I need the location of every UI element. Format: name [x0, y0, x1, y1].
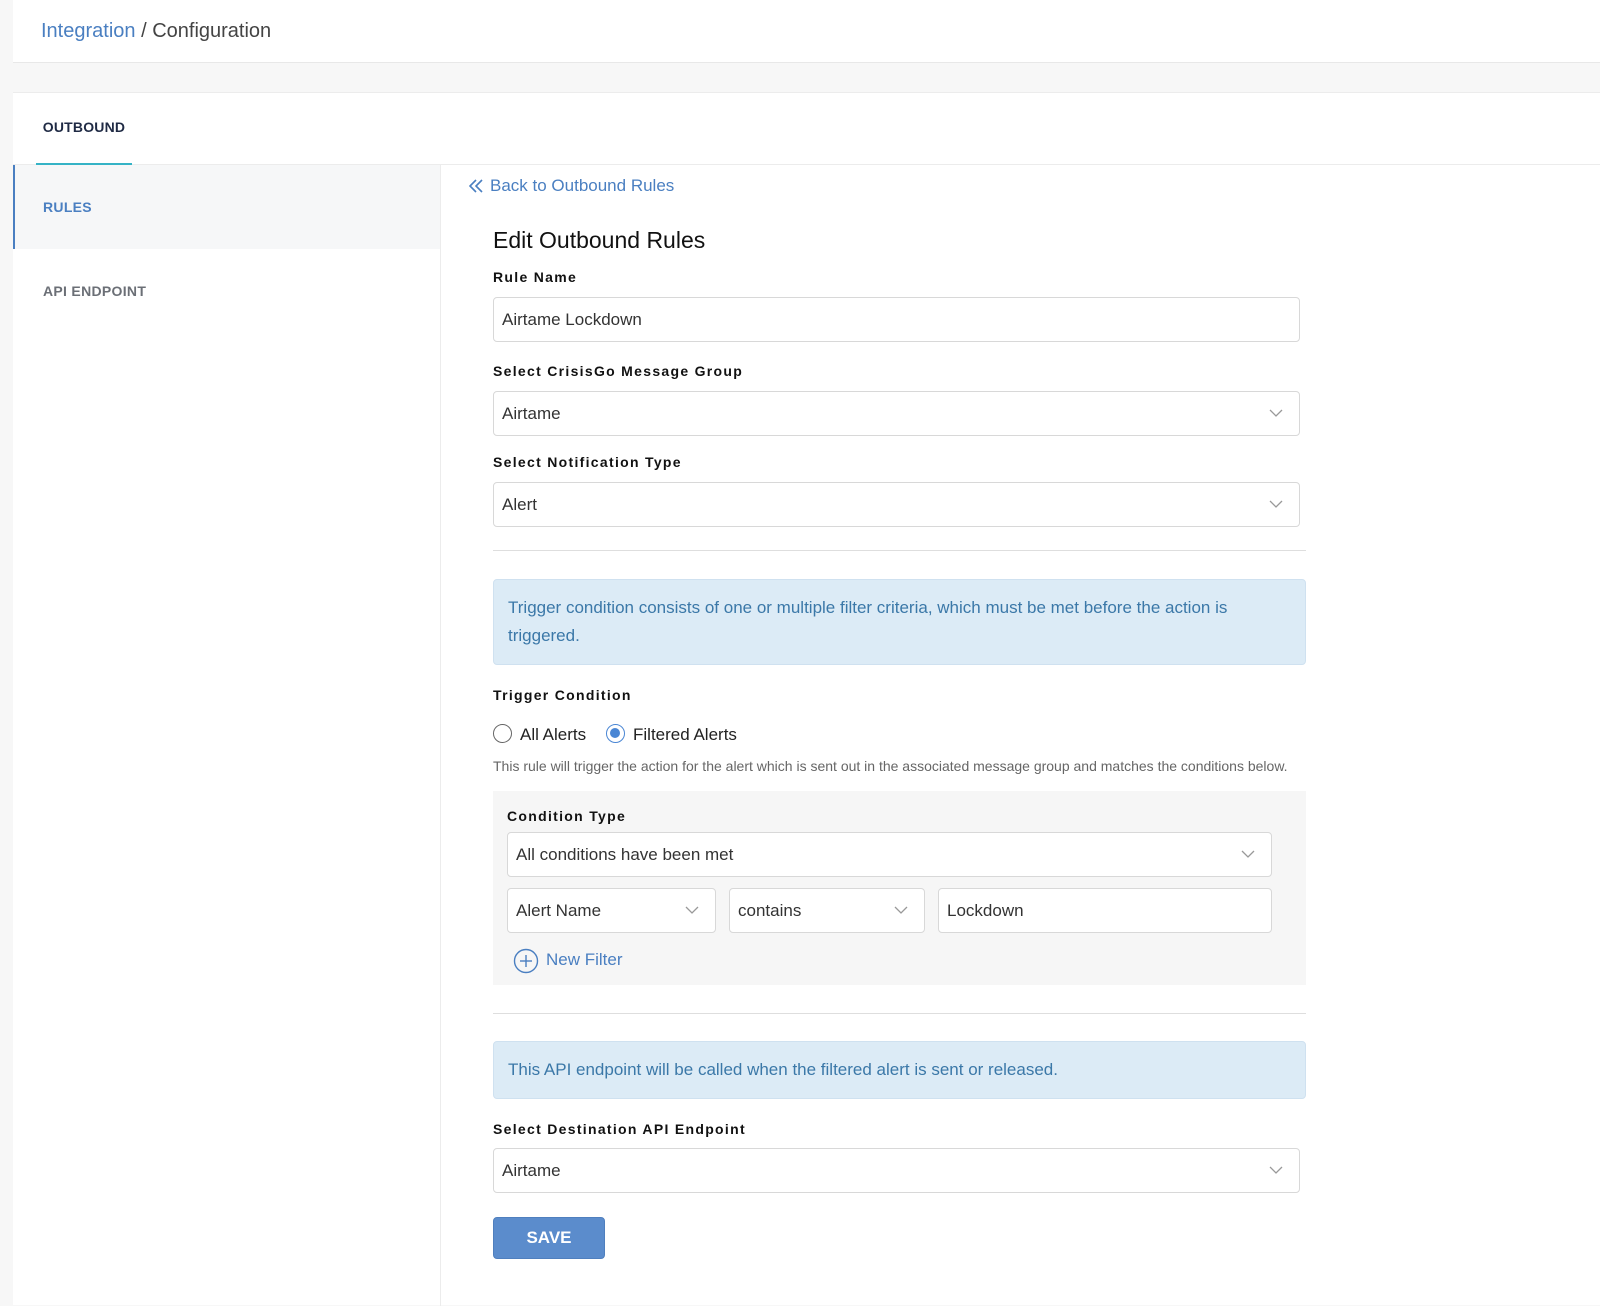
breadcrumb-link-integration[interactable]: Integration — [41, 20, 136, 42]
trigger-condition-help: This rule will trigger the action for th… — [493, 758, 1288, 774]
sidebar: RULES API ENDPOINT — [13, 165, 441, 1306]
tab-bar: OUTBOUND — [13, 93, 1600, 165]
page-title: Edit Outbound Rules — [493, 227, 706, 253]
chevron-down-icon — [894, 906, 908, 914]
radio-filtered-alerts[interactable] — [606, 724, 625, 743]
message-group-select[interactable]: Airtame — [493, 391, 1300, 436]
notification-type-label: Select Notification Type — [493, 454, 682, 470]
condition-panel: Condition Type All conditions have been … — [493, 791, 1306, 985]
trigger-info-box: Trigger condition consists of one or mul… — [493, 579, 1306, 665]
radio-filtered-alerts-label[interactable]: Filtered Alerts — [633, 725, 737, 745]
sidebar-item-api-endpoint[interactable]: API ENDPOINT — [13, 249, 440, 333]
chevron-down-icon — [1269, 1166, 1283, 1174]
condition-type-label: Condition Type — [507, 808, 627, 824]
radio-all-alerts-label[interactable]: All Alerts — [520, 725, 586, 745]
destination-label: Select Destination API Endpoint — [493, 1121, 746, 1137]
plus-circle-icon — [513, 948, 539, 974]
chevron-down-icon — [1241, 850, 1255, 858]
rule-name-input[interactable]: Airtame Lockdown — [493, 297, 1300, 342]
sidebar-item-rules[interactable]: RULES — [13, 165, 440, 249]
rule-name-label: Rule Name — [493, 269, 578, 285]
condition-type-select[interactable]: All conditions have been met — [507, 832, 1272, 877]
chevron-down-icon — [685, 906, 699, 914]
destination-select[interactable]: Airtame — [493, 1148, 1300, 1193]
filter-field-select[interactable]: Alert Name — [507, 888, 716, 933]
chevron-down-icon — [1269, 409, 1283, 417]
tab-outbound[interactable]: OUTBOUND — [36, 93, 132, 165]
message-group-label: Select CrisisGo Message Group — [493, 363, 744, 379]
notification-type-select[interactable]: Alert — [493, 482, 1300, 527]
filter-operator-select[interactable]: contains — [729, 888, 925, 933]
divider — [493, 550, 1306, 551]
breadcrumb-current: Configuration — [152, 20, 272, 42]
back-link-label: Back to Outbound Rules — [490, 176, 675, 195]
chevron-down-icon — [1269, 500, 1283, 508]
double-chevron-left-icon — [469, 179, 483, 193]
main-card: OUTBOUND RULES API ENDPOINT Back to Outb… — [13, 92, 1600, 1306]
new-filter-label: New Filter — [546, 950, 623, 969]
api-info-box: This API endpoint will be called when th… — [493, 1041, 1306, 1099]
breadcrumb-separator: / — [141, 20, 147, 42]
breadcrumb: Integration / Configuration — [41, 19, 271, 43]
filter-operator-value: contains — [738, 901, 802, 920]
content-panel: Back to Outbound Rules Edit Outbound Rul… — [441, 165, 1600, 1306]
trigger-condition-label: Trigger Condition — [493, 687, 632, 703]
save-button[interactable]: SAVE — [493, 1217, 605, 1259]
message-group-value: Airtame — [502, 404, 561, 423]
notification-type-value: Alert — [502, 495, 537, 514]
filter-field-value: Alert Name — [516, 901, 602, 920]
top-header: Integration / Configuration — [13, 0, 1600, 63]
divider — [493, 1013, 1306, 1014]
destination-value: Airtame — [502, 1161, 561, 1180]
condition-type-value: All conditions have been met — [516, 845, 734, 864]
filter-value-input[interactable]: Lockdown — [938, 888, 1272, 933]
radio-all-alerts[interactable] — [493, 724, 512, 743]
